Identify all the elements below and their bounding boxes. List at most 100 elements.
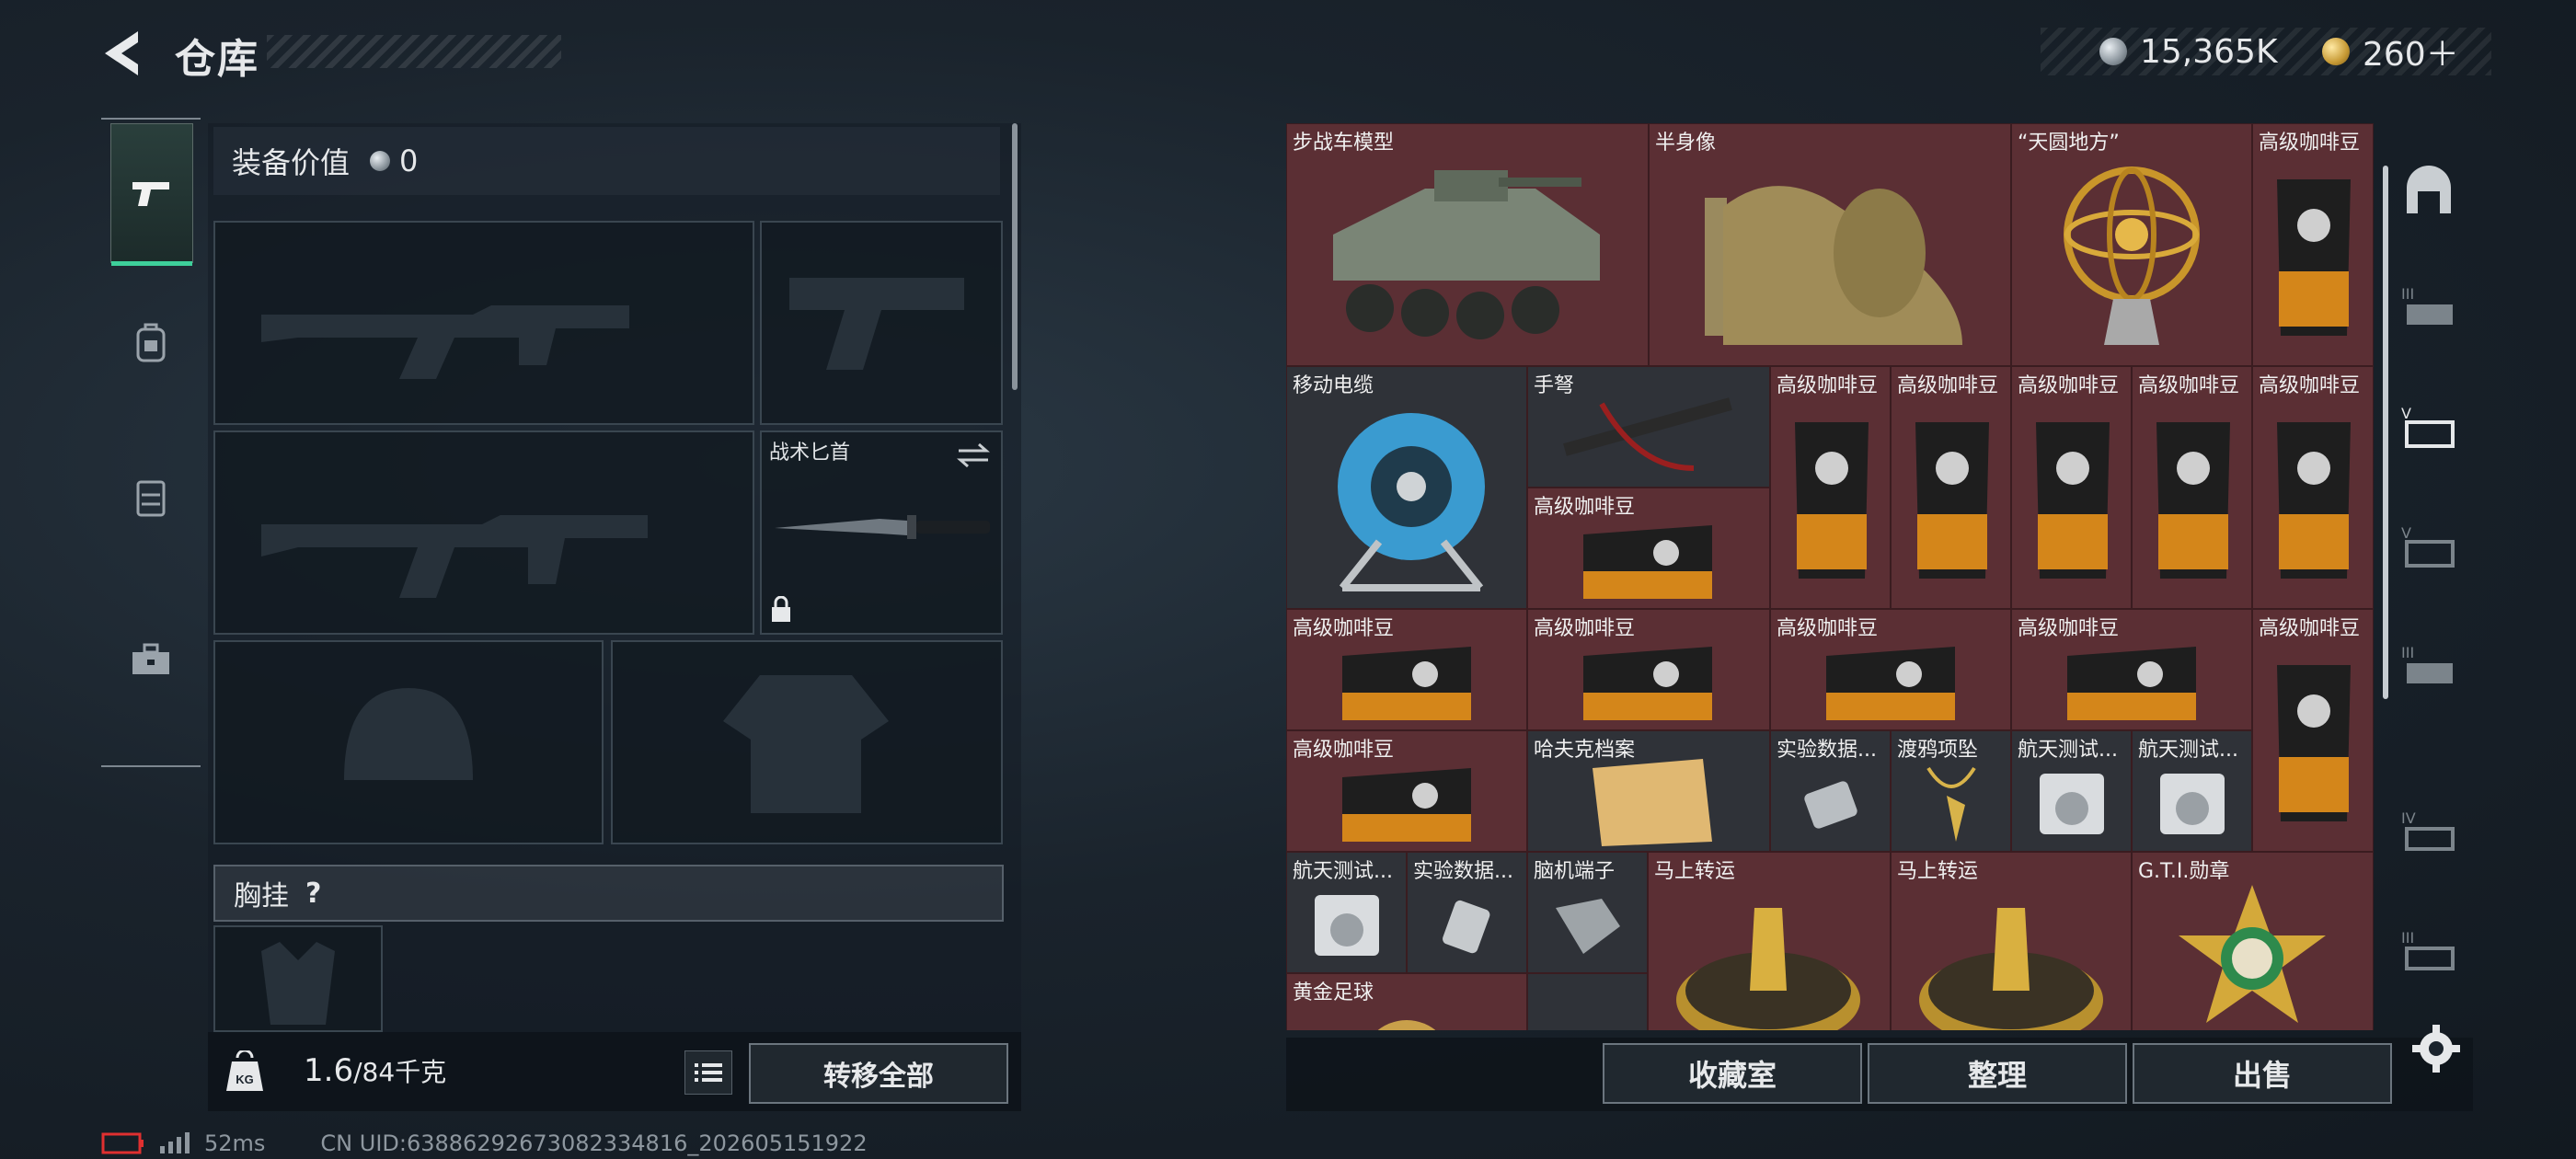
rifle-silhouette-icon [261,515,648,598]
equipment-tabs [101,118,201,767]
coffee-bag-icon [1583,647,1712,720]
armor-silhouette-icon [723,675,889,813]
grid-item-coffee-beans[interactable]: 高级咖啡豆 [1286,730,1527,852]
grid-item-golden-football[interactable]: 黄金足球 [1286,973,1527,1030]
item-label: 马上转运 [1654,860,1736,883]
svg-text:V: V [2401,524,2411,542]
grid-item-coffee-beans[interactable]: 高级咖啡豆 [2011,609,2252,730]
pistol-slot[interactable] [760,221,1003,425]
knife-label: 战术匕首 [769,442,851,465]
tab-all-warehouse[interactable] [2401,164,2456,219]
list-view-button[interactable] [684,1050,732,1095]
grid-item-aerospace-test[interactable]: 航天测试... [2011,730,2132,852]
item-label: 航天测试... [2138,739,2238,762]
sell-button[interactable]: 出售 [2133,1043,2392,1104]
item-label: 高级咖啡豆 [2259,374,2361,397]
usb-drive-icon [1804,781,1857,829]
grid-item-gti-medal[interactable]: G.T.I.勋章 [2132,852,2374,1030]
test-device-icon [2160,774,2225,834]
back-arrow-icon[interactable] [101,28,147,79]
grid-item-good-fortune[interactable]: 马上转运 [1648,852,1891,1030]
coffee-bag-icon [2156,422,2230,579]
grid-item-armillary[interactable]: “天圆地方” [2011,123,2252,366]
weight-current: 1.6 [304,1052,354,1089]
grid-item-coffee-beans[interactable]: 高级咖啡豆 [2252,123,2374,366]
coffee-bag-icon [2036,422,2110,579]
grid-item-aerospace-test[interactable]: 航天测试... [2132,730,2252,852]
coffee-bag-icon [1583,525,1712,599]
grid-item-coffee-beans[interactable]: 高级咖啡豆 [1527,609,1770,730]
grid-item-bust[interactable]: 半身像 [1649,123,2011,366]
weight-unit-text: KG [236,1073,254,1086]
tab-storage-3b[interactable]: III [2401,638,2456,694]
usb-drive-icon [1443,900,1490,954]
armor-slot[interactable] [611,640,1003,844]
silver-coin-icon [370,151,391,171]
test-device-icon [2040,774,2104,834]
chest-rig-slot[interactable] [213,925,383,1032]
coffee-bag-icon [2277,179,2351,336]
page-title: 仓库 [175,36,259,83]
organize-button[interactable]: 整理 [1868,1043,2127,1104]
grid-item-aerospace-test[interactable]: 航天测试... [1286,852,1407,973]
chest-rig-silhouette-icon [261,942,335,1025]
ping-text: 52ms [204,1130,266,1156]
gold-currency[interactable]: 260＋ [2322,28,2459,75]
tab-storage-v[interactable]: V [2401,399,2456,454]
tab-storage-v2[interactable]: V [2401,519,2456,574]
helmet-slot[interactable] [213,640,604,844]
tab-vest[interactable] [110,429,191,567]
secondary-weapon-slot[interactable] [213,430,754,635]
coffee-bag-icon [2067,647,2196,720]
silver-currency[interactable]: 15,365K [2099,28,2278,75]
grid-item-haavk-file[interactable]: 哈夫克档案 [1527,730,1770,852]
folder-icon [1593,759,1712,846]
tab-weapons[interactable] [110,123,193,266]
tab-toolbox[interactable] [110,591,191,729]
grid-item-coffee-beans[interactable]: 高级咖啡豆 [1891,366,2011,609]
collection-room-button[interactable]: 收藏室 [1603,1043,1862,1104]
warehouse-tabs: III V V III IV III [2385,123,2471,1030]
chest-rig-header: 胸挂 ? [213,865,1004,922]
equipment-value-label: 装备价值 [232,145,351,180]
primary-weapon-slot[interactable] [213,221,754,425]
grid-item-cable-reel[interactable]: 移动电缆 [1286,366,1527,609]
tab-storage-3[interactable]: III [2401,280,2456,335]
transfer-all-button[interactable]: 转移全部 [749,1043,1008,1104]
grid-item-coffee-beans[interactable]: 高级咖啡豆 [2132,366,2252,609]
cable-reel-icon [1338,413,1485,591]
swap-icon[interactable] [955,442,992,469]
melee-slot[interactable]: 战术匕首 [760,430,1003,635]
grid-item-brain-terminal[interactable]: 脑机端子 [1527,852,1648,973]
tab-backpack[interactable] [110,274,191,412]
tab-storage-3c[interactable]: III [2401,924,2456,979]
backpack-icon [136,323,166,362]
grid-item-experiment-data[interactable]: 实验数据... [1770,730,1891,852]
grid-item-coffee-beans[interactable]: 高级咖啡豆 [2011,366,2132,609]
grid-item-coffee-beans[interactable]: 高级咖啡豆 [1527,488,1770,609]
equipment-scrollbar[interactable] [1012,123,1018,390]
status-bar: 52ms CN UID:6388629267308233481​6_202605… [101,1130,868,1157]
grid-item-good-fortune[interactable]: 马上转运 [1891,852,2132,1030]
item-label: 高级咖啡豆 [2259,617,2361,640]
grid-item-coffee-beans[interactable]: 高级咖啡豆 [1770,609,2011,730]
help-icon[interactable]: ? [305,878,321,910]
battery-icon [101,1132,144,1154]
tab-storage-4[interactable]: IV [2401,804,2456,859]
gear-icon[interactable] [2410,1023,2462,1074]
grid-item-coffee-beans[interactable]: 高级咖啡豆 [2252,366,2374,609]
silver-coin-icon [2099,38,2127,65]
grid-item-coffee-beans[interactable]: 高级咖啡豆 [1286,609,1527,730]
vest-icon [136,480,166,517]
medal-icon [2179,885,2326,1023]
grid-item-coffee-beans[interactable]: 高级咖啡豆 [1770,366,1891,609]
grid-item-experiment-data[interactable]: 实验数据... [1407,852,1527,973]
grid-item-raven-pendant[interactable]: 渡鸦项坠 [1891,730,2011,852]
rifle-silhouette-icon [261,305,629,379]
grid-item-ifv-model[interactable]: 步战车模型 [1286,123,1649,366]
grid-item-coffee-beans[interactable]: 高级咖啡豆 [2252,609,2374,852]
football-icon [1377,1020,1436,1030]
pistol-silhouette-icon [789,278,964,370]
svg-text:V: V [2401,405,2411,422]
grid-item-crossbow[interactable]: 手弩 [1527,366,1770,488]
